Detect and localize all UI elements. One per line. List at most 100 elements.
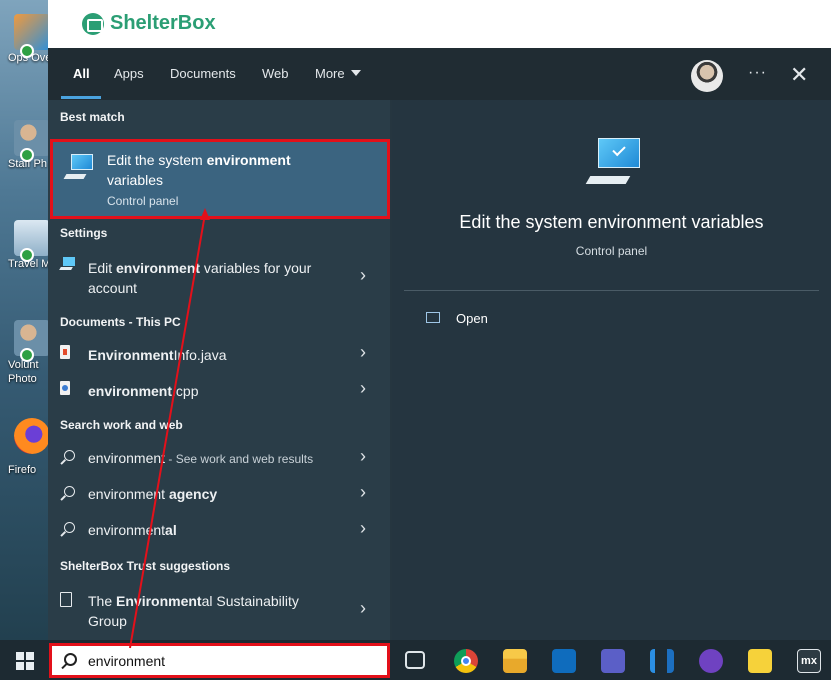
list-item-label: environment - See work and web results — [88, 448, 313, 469]
tab-more[interactable]: More — [315, 66, 361, 81]
brand-header: ShelterBox — [48, 0, 831, 48]
label-highlight: environment — [88, 383, 173, 399]
list-item[interactable]: environment agency › — [48, 480, 390, 512]
preview-title: Edit the system environment variables — [459, 212, 764, 232]
sync-check-icon — [20, 44, 34, 58]
brand-name: ShelterBox — [110, 12, 216, 34]
control-panel-monitor-icon — [63, 154, 97, 182]
chevron-right-icon: › — [360, 378, 366, 398]
desktop-shortcut-ops[interactable]: Ops Overvi — [8, 14, 63, 64]
tab-documents[interactable]: Documents — [170, 66, 236, 81]
desktop-icon-label: Volunt Photo — [8, 359, 39, 385]
list-item-label: Edit environment variables for your acco… — [88, 258, 311, 298]
section-suggestions: ShelterBox Trust suggestions — [60, 559, 231, 573]
label-text: al Sustainability — [201, 593, 299, 609]
cpp-file-icon — [60, 381, 70, 395]
sticky-notes-icon[interactable] — [748, 649, 772, 673]
file-explorer-icon[interactable] — [503, 649, 527, 673]
preview-subtitle: Control panel — [575, 244, 648, 258]
taskbar-search-box[interactable] — [49, 643, 390, 678]
shortcut-icon — [14, 14, 50, 50]
chrome-icon[interactable] — [454, 649, 478, 673]
github-icon[interactable] — [699, 649, 723, 673]
label-text: environment — [88, 450, 166, 466]
shelterbox-logo-icon — [82, 13, 104, 35]
label-highlight: Environment — [88, 347, 174, 363]
search-filter-bar: All Apps Documents Web More ··· ✕ — [48, 48, 831, 100]
divider — [404, 290, 819, 291]
tab-apps[interactable]: Apps — [114, 66, 144, 81]
taskbar: mx — [0, 640, 831, 680]
results-list: Best match Edit the system environment v… — [48, 100, 390, 640]
open-action-label: Open — [456, 311, 488, 326]
teams-icon[interactable] — [601, 649, 625, 673]
desktop-icon-label: Firefo — [8, 464, 37, 476]
list-item[interactable]: environment.cpp › — [48, 377, 390, 407]
tab-web[interactable]: Web — [262, 66, 289, 81]
label-highlight: al — [165, 522, 177, 538]
label-text: environment — [88, 522, 166, 538]
tab-all[interactable]: All — [73, 66, 90, 81]
bookmark-icon — [60, 592, 72, 607]
best-match-result[interactable]: Edit the system environment variables Co… — [50, 139, 390, 219]
close-icon[interactable]: ✕ — [790, 62, 808, 88]
title-text: Edit the system — [107, 152, 207, 168]
avatar[interactable] — [691, 60, 723, 92]
best-match-title: Edit the system environment variables — [107, 150, 291, 190]
chevron-right-icon: › — [360, 342, 366, 362]
active-tab-indicator — [61, 96, 101, 99]
start-button[interactable] — [16, 652, 34, 670]
list-item-label: environment.cpp — [88, 381, 198, 401]
section-search-web: Search work and web — [60, 418, 183, 432]
vscode-icon[interactable] — [650, 649, 674, 673]
list-item[interactable]: environment - See work and web results › — [48, 444, 390, 476]
label-text: Edit — [88, 260, 117, 276]
label-highlight: environment — [116, 260, 201, 276]
label-text: environment — [88, 486, 169, 502]
chevron-right-icon: › — [360, 518, 366, 538]
chevron-right-icon: › — [360, 598, 366, 618]
search-icon — [64, 653, 77, 666]
outlook-icon[interactable] — [552, 649, 576, 673]
desktop-shortcut-travel[interactable]: Travel M — [8, 220, 52, 270]
title-text-line2: variables — [107, 172, 164, 188]
list-item[interactable]: The Environmental Sustainability Group › — [48, 586, 390, 636]
sync-check-icon — [20, 148, 34, 162]
desktop-shortcut-volunteer[interactable]: Volunt Photo — [8, 320, 52, 386]
list-item-label: The Environmental Sustainability Group — [88, 591, 299, 631]
search-panel: All Apps Documents Web More ··· ✕ Best m… — [48, 48, 831, 640]
section-settings: Settings — [60, 226, 108, 240]
sync-check-icon — [20, 348, 34, 362]
sync-check-icon — [20, 248, 34, 262]
label-text: Info.java — [173, 347, 227, 363]
chevron-down-icon — [350, 70, 361, 76]
chevron-right-icon: › — [360, 482, 366, 502]
desktop-shortcut-staff[interactable]: Staff Ph — [8, 120, 52, 170]
list-item-label: environment agency — [88, 484, 217, 504]
list-item[interactable]: Edit environment variables for your acco… — [48, 253, 390, 303]
chevron-right-icon: › — [360, 265, 366, 285]
list-item-label: EnvironmentInfo.java — [88, 345, 227, 365]
title-highlight: environment — [206, 152, 291, 168]
list-item[interactable]: EnvironmentInfo.java › — [48, 341, 390, 371]
more-options-icon[interactable]: ··· — [748, 64, 767, 82]
java-file-icon — [60, 345, 70, 359]
task-view-icon[interactable] — [405, 651, 425, 669]
label-text-line2: Group — [88, 613, 127, 629]
label-text: The — [88, 593, 117, 609]
list-item[interactable]: environmental › — [48, 516, 390, 548]
label-highlight: agency — [168, 486, 218, 502]
control-panel-monitor-icon — [584, 138, 644, 190]
label-text: variables for your — [200, 260, 312, 276]
firefox-icon — [14, 418, 50, 454]
tab-more-label: More — [315, 66, 345, 81]
label-text-line2: account — [88, 280, 138, 296]
search-input[interactable] — [88, 650, 378, 672]
desktop-shortcut-firefox[interactable]: Firefo — [8, 418, 52, 476]
mx-icon[interactable]: mx — [797, 649, 821, 673]
chevron-right-icon: › — [360, 446, 366, 466]
best-match-subtitle: Control panel — [107, 194, 179, 208]
list-item-label: environmental — [88, 520, 177, 540]
preview-pane: Edit the system environment variables Co… — [392, 100, 831, 640]
settings-monitor-icon — [59, 257, 76, 271]
